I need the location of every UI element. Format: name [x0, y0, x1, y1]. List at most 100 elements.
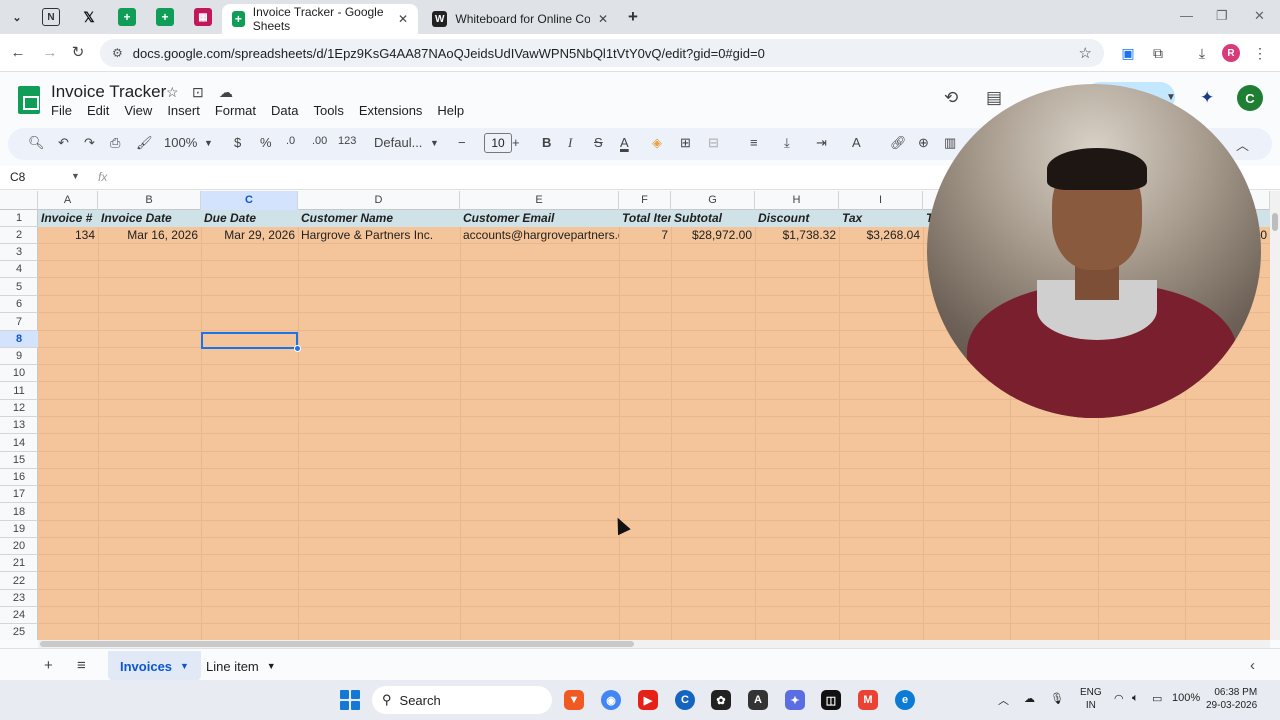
version-history-icon[interactable]: ⟲	[944, 88, 958, 108]
cell-b2[interactable]: Mar 16, 2026	[98, 227, 201, 244]
menu-edit[interactable]: Edit	[87, 103, 109, 118]
font-family-select[interactable]: Defaul...	[374, 135, 422, 150]
row-header-18[interactable]: 18	[0, 503, 38, 521]
cell-h2[interactable]: $1,738.32	[755, 227, 839, 244]
youtube-icon[interactable]: ▶	[638, 690, 658, 710]
cell-f2[interactable]: 7	[619, 227, 671, 244]
row-header-23[interactable]: 23	[0, 590, 38, 607]
gemini-icon[interactable]: ✦	[1200, 88, 1214, 108]
microphone-icon[interactable]: 🎙︎	[1050, 692, 1064, 705]
row-header-22[interactable]: 22	[0, 572, 38, 590]
row-header-12[interactable]: 12	[0, 400, 38, 417]
profile-avatar[interactable]: R	[1222, 44, 1240, 62]
cell-i2[interactable]: $3,268.04	[839, 227, 923, 244]
row-header-11[interactable]: 11	[0, 382, 38, 400]
row-header-9[interactable]: 9	[0, 348, 38, 365]
fill-handle[interactable]	[294, 345, 301, 352]
row-header-25[interactable]: 25	[0, 624, 38, 640]
side-panel-toggle-icon[interactable]: ‹	[1250, 657, 1255, 674]
cell-b1[interactable]: Invoice Date	[98, 210, 201, 227]
row-header-17[interactable]: 17	[0, 486, 38, 503]
italic-icon[interactable]: I	[568, 135, 572, 151]
battery-icon[interactable]: ▭	[1152, 692, 1162, 705]
name-box[interactable]: C8	[10, 170, 25, 184]
x-tab-icon[interactable]: 𝕏	[80, 8, 98, 26]
row-header-24[interactable]: 24	[0, 607, 38, 624]
cell-i1[interactable]: Tax	[839, 210, 923, 227]
system-clock[interactable]: 06:38 PM 29-03-2026	[1206, 686, 1257, 712]
paint-format-icon[interactable]: 🖌︎	[136, 135, 153, 151]
column-header-b[interactable]: B	[98, 191, 201, 210]
notion-tab-icon[interactable]: N	[42, 8, 60, 26]
fill-color-icon[interactable]: ◈	[652, 135, 662, 151]
font-dropdown-icon[interactable]: ▼	[430, 138, 439, 148]
reload-icon[interactable]: ↻	[68, 43, 88, 63]
print-icon[interactable]: ⎙	[110, 135, 120, 151]
column-header-c[interactable]: C	[201, 191, 298, 210]
horizontal-scrollbar[interactable]	[38, 640, 1270, 648]
column-header-a[interactable]: A	[38, 191, 98, 210]
site-info-icon[interactable]: ⚙	[112, 46, 123, 60]
row-header-15[interactable]: 15	[0, 452, 38, 469]
menu-view[interactable]: View	[124, 103, 152, 118]
sheet-tab-line-item[interactable]: Line item ▼	[194, 651, 288, 681]
all-sheets-icon[interactable]: ≡	[77, 657, 86, 674]
edge-icon[interactable]: e	[895, 690, 915, 710]
row-header-21[interactable]: 21	[0, 555, 38, 572]
column-header-d[interactable]: D	[298, 191, 460, 210]
account-avatar[interactable]: C	[1237, 85, 1263, 111]
name-box-dropdown-icon[interactable]: ▼	[71, 171, 80, 181]
font-size-increase-icon[interactable]: +	[512, 135, 520, 150]
sheets-logo-icon[interactable]	[18, 86, 40, 114]
horizontal-align-icon[interactable]: ≡	[750, 135, 758, 150]
tab-invoice-tracker[interactable]: + Invoice Tracker - Google Sheets ✕	[222, 4, 418, 34]
selected-cell-c8[interactable]	[201, 332, 298, 349]
currency-format-button[interactable]: $	[234, 135, 241, 150]
comments-icon[interactable]: ▤	[986, 88, 1002, 108]
column-header-g[interactable]: G	[671, 191, 755, 210]
row-header-16[interactable]: 16	[0, 469, 38, 486]
row-header-7[interactable]: 7	[0, 313, 38, 331]
back-icon[interactable]: ←	[8, 43, 28, 63]
vertical-align-icon[interactable]: ⤓	[784, 135, 790, 151]
sheets-tab-icon[interactable]: +	[118, 8, 136, 26]
row-header-13[interactable]: 13	[0, 417, 38, 434]
tray-overflow-icon[interactable]: ︿	[998, 692, 1009, 708]
document-title[interactable]: Invoice Tracker	[51, 82, 166, 102]
restore-icon[interactable]: ❐	[1216, 8, 1228, 24]
star-icon[interactable]: ☆	[166, 84, 179, 101]
row-header-8[interactable]: 8	[0, 331, 38, 348]
row-header-20[interactable]: 20	[0, 538, 38, 555]
add-sheet-icon[interactable]: +	[44, 657, 53, 674]
row-header-19[interactable]: 19	[0, 521, 38, 538]
vertical-scroll-thumb[interactable]	[1272, 213, 1278, 231]
menu-tools[interactable]: Tools	[313, 103, 343, 118]
bookmark-star-icon[interactable]: ☆	[1079, 44, 1092, 62]
chrome-menu-icon[interactable]: ⋮	[1250, 43, 1270, 63]
merge-cells-icon[interactable]: ⊟	[708, 135, 719, 151]
windows-start-icon[interactable]	[340, 690, 360, 710]
bold-icon[interactable]: B	[542, 135, 551, 150]
brave-icon[interactable]: ▼	[564, 690, 584, 710]
column-header-f[interactable]: F	[619, 191, 671, 210]
cell-d2[interactable]: Hargrove & Partners Inc.	[298, 227, 460, 244]
row-header-14[interactable]: 14	[0, 434, 38, 452]
chevron-down-icon[interactable]: ▼	[180, 661, 189, 671]
cell-e1[interactable]: Customer Email	[460, 210, 619, 227]
close-tab-icon[interactable]: ✕	[398, 12, 408, 26]
row-header-1[interactable]: 1	[0, 210, 38, 227]
undo-icon[interactable]: ↶	[58, 135, 69, 151]
font-size-decrease-icon[interactable]: −	[458, 135, 466, 150]
sheet-tab-invoices[interactable]: Invoices ▼	[108, 651, 201, 681]
tab-whiteboard[interactable]: W Whiteboard for Online Collabor ✕	[422, 4, 618, 34]
column-header-e[interactable]: E	[460, 191, 619, 210]
gmail-icon[interactable]: M	[858, 690, 878, 710]
horizontal-scroll-thumb[interactable]	[40, 641, 634, 647]
downloads-icon[interactable]: ⤓	[1192, 43, 1212, 63]
cell-g1[interactable]: Subtotal	[671, 210, 755, 227]
chrome-icon[interactable]: ◉	[601, 690, 621, 710]
font-size-field[interactable]: 10	[484, 133, 512, 153]
more-formats-button[interactable]: 123	[338, 135, 356, 147]
text-rotation-icon[interactable]: A	[852, 135, 861, 150]
insert-link-icon[interactable]: 🔗︎	[890, 135, 907, 151]
